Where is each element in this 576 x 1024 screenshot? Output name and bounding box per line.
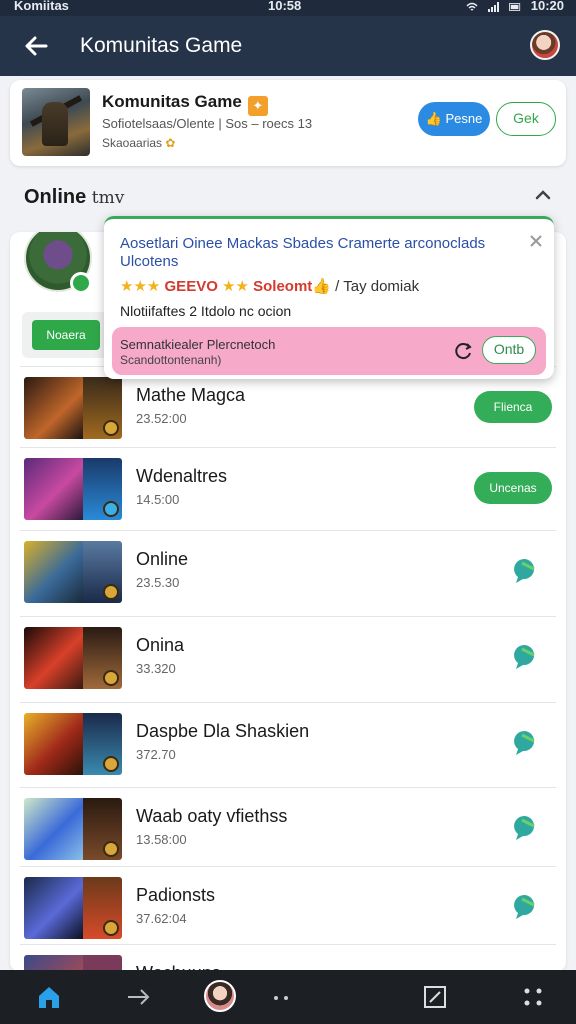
forward-arrow-icon[interactable]: [124, 982, 154, 1012]
popup-subtext: Nlotiifaftes 2 Itdolo nc ocion: [120, 303, 292, 319]
clover-icon: ✿: [165, 136, 176, 150]
game-thumbnail: [24, 627, 122, 689]
game-thumbnail: [24, 377, 122, 439]
status-bar: Komiitas 10:58 10:20: [0, 0, 576, 16]
list-item[interactable]: Wochuuns: [20, 944, 556, 972]
list-item[interactable]: Online 23.5.30: [20, 530, 556, 614]
battery-icon: [509, 2, 521, 11]
game-time: 23.5.30: [136, 575, 180, 590]
game-name: Wdenaltres: [136, 466, 228, 486]
wifi-icon: [466, 2, 478, 11]
list-item[interactable]: Waab oaty vfiethss 13.58:00: [20, 787, 556, 871]
chat-bubble-icon[interactable]: [512, 557, 540, 585]
user-avatar[interactable]: [530, 30, 560, 60]
close-icon[interactable]: [528, 233, 544, 249]
online-status-dot: [70, 272, 92, 294]
chevron-up-icon[interactable]: [534, 186, 552, 204]
back-arrow-icon[interactable]: [22, 32, 50, 60]
popup-message: Aosetlari Oinee Mackas Sbades Cramerte a…: [120, 235, 486, 270]
home-icon[interactable]: [34, 982, 64, 1012]
signal-icon: [487, 1, 499, 12]
chat-button-label: Gek: [513, 110, 539, 126]
bottom-nav: [0, 970, 576, 1024]
chat-bubble-icon[interactable]: [512, 893, 540, 921]
section-title: Online tmv: [24, 186, 124, 209]
status-left-text: Komiitas: [14, 0, 69, 13]
group-card: Komunitas Game ✦ Sofiotelsaas/Olente | So…: [10, 80, 566, 166]
game-name: Padionsts: [136, 885, 216, 905]
like-icon: 👍: [425, 111, 446, 126]
section-subtitle: tmv: [91, 188, 125, 208]
game-name: Daspbe Dla Shaskien: [136, 721, 310, 741]
section-title-text: Online: [24, 186, 87, 208]
status-right: 10:20: [466, 0, 564, 13]
game-thumbnail: [24, 798, 122, 860]
game-name: Waab oaty vfiethss: [136, 806, 288, 826]
game-name: Mathe Magca: [136, 385, 246, 405]
join-button[interactable]: 👍 Pesne: [418, 102, 490, 136]
rating-suffix: / Tay domiak: [335, 278, 420, 295]
game-time: 33.320: [136, 661, 176, 676]
game-time: 37.62:04: [136, 911, 187, 926]
game-thumbnail: [24, 713, 122, 775]
app-bar: Komunitas Game: [0, 16, 576, 76]
host-button[interactable]: Noaera: [32, 320, 100, 350]
chat-bubble-icon[interactable]: [512, 643, 540, 671]
alert-subtitle: Scandottontenanh): [120, 353, 222, 367]
edit-icon[interactable]: [420, 982, 450, 1012]
group-sub: Skaoaarias ✿: [102, 136, 175, 150]
alert-title: Semnatkiealer Plercnetoch: [120, 337, 276, 352]
stars-mid: ★★: [222, 278, 249, 295]
thumbs-up-icon: 👍: [312, 278, 331, 295]
grid-menu-icon[interactable]: [518, 982, 548, 1012]
game-name: Online: [136, 549, 189, 569]
refresh-icon[interactable]: [454, 341, 474, 361]
game-time: 23.52:00: [136, 411, 187, 426]
game-time: 13.58:00: [136, 832, 187, 847]
rating-line: ★★★ GEEVO ★★ Soleomt👍 / Tay domiak: [120, 277, 419, 295]
list-item[interactable]: Onina 33.320: [20, 616, 556, 700]
group-name: Komunitas Game ✦: [102, 92, 268, 116]
more-dots-icon[interactable]: [266, 982, 296, 1012]
row-action-button[interactable]: Flienca: [474, 391, 552, 423]
notification-popup: Aosetlari Oinee Mackas Sbades Cramerte a…: [104, 216, 554, 379]
badge-icon: ✦: [247, 96, 268, 116]
chat-bubble-icon[interactable]: [512, 729, 540, 757]
game-thumbnail: [24, 541, 122, 603]
chat-bubble-icon[interactable]: [512, 814, 540, 842]
status-time: 10:58: [268, 0, 302, 13]
game-thumbnail: [24, 458, 122, 520]
group-sub-text: Skaoaarias: [102, 136, 163, 150]
row-action-button[interactable]: Uncenas: [474, 472, 552, 504]
list-item[interactable]: Daspbe Dla Shaskien 372.70: [20, 702, 556, 786]
alert-banner: Semnatkiealer Plercnetoch Scandottontena…: [112, 327, 546, 375]
list-item[interactable]: Wdenaltres 14.5:00 Uncenas: [20, 447, 556, 531]
status-right-time: 10:20: [530, 0, 564, 13]
stars-left: ★★★: [120, 278, 161, 295]
game-name: Onina: [136, 635, 185, 655]
alert-ok-button[interactable]: Ontb: [482, 336, 536, 364]
rating-badge: GEEVO: [164, 278, 218, 295]
rating-badge-2: Soleomt: [253, 278, 313, 295]
group-meta: Sofiotelsaas/Olente | Sos – roecs 13: [102, 116, 313, 131]
game-thumbnail: [24, 877, 122, 939]
game-time: 372.70: [136, 747, 176, 762]
list-item[interactable]: Padionsts 37.62:04: [20, 866, 556, 950]
group-thumbnail: [22, 88, 90, 156]
chat-button[interactable]: Gek: [496, 102, 556, 136]
group-name-text: Komunitas Game: [102, 92, 242, 111]
page-title: Komunitas Game: [80, 34, 243, 57]
profile-avatar[interactable]: [204, 980, 236, 1012]
join-button-label: Pesne: [445, 111, 483, 126]
game-time: 14.5:00: [136, 492, 180, 507]
